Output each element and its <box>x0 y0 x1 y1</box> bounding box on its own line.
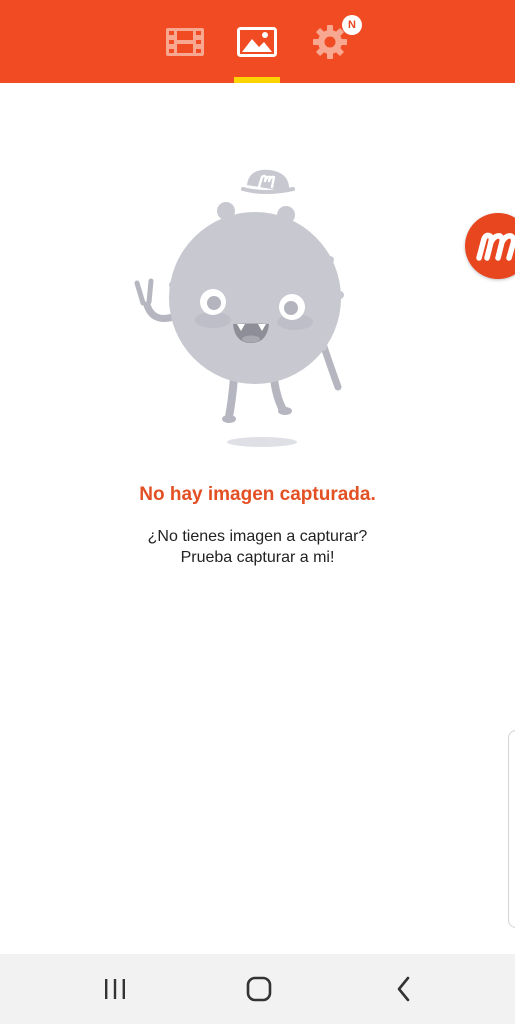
tab-images[interactable] <box>232 0 282 83</box>
empty-state-message-line2: Prueba capturar a mi! <box>180 549 335 566</box>
tab-selected-indicator <box>234 77 280 83</box>
recents-button[interactable] <box>75 954 155 1024</box>
home-icon <box>246 976 272 1002</box>
mascot-illustration <box>134 169 344 447</box>
tab-videos[interactable] <box>160 0 210 83</box>
back-button[interactable] <box>364 954 444 1024</box>
film-icon <box>166 27 204 56</box>
settings-badge: N <box>342 15 362 35</box>
floating-record-bubble[interactable] <box>465 213 515 279</box>
tab-settings[interactable] <box>305 0 355 83</box>
edge-panel-handle[interactable] <box>508 730 515 928</box>
empty-state-title: No hay imagen capturada. <box>139 484 376 505</box>
empty-state-message-line1: ¿No tienes imagen a capturar? <box>147 528 368 545</box>
top-tab-bar: N <box>0 0 515 83</box>
back-icon <box>397 976 410 1002</box>
system-nav-bar <box>0 954 515 1024</box>
screen: N No hay imagen capturada. ¿No tienes im… <box>0 0 515 1024</box>
mobizen-logo-icon <box>476 232 515 261</box>
image-icon <box>237 26 277 57</box>
recents-icon <box>105 979 125 999</box>
home-button[interactable] <box>219 954 299 1024</box>
